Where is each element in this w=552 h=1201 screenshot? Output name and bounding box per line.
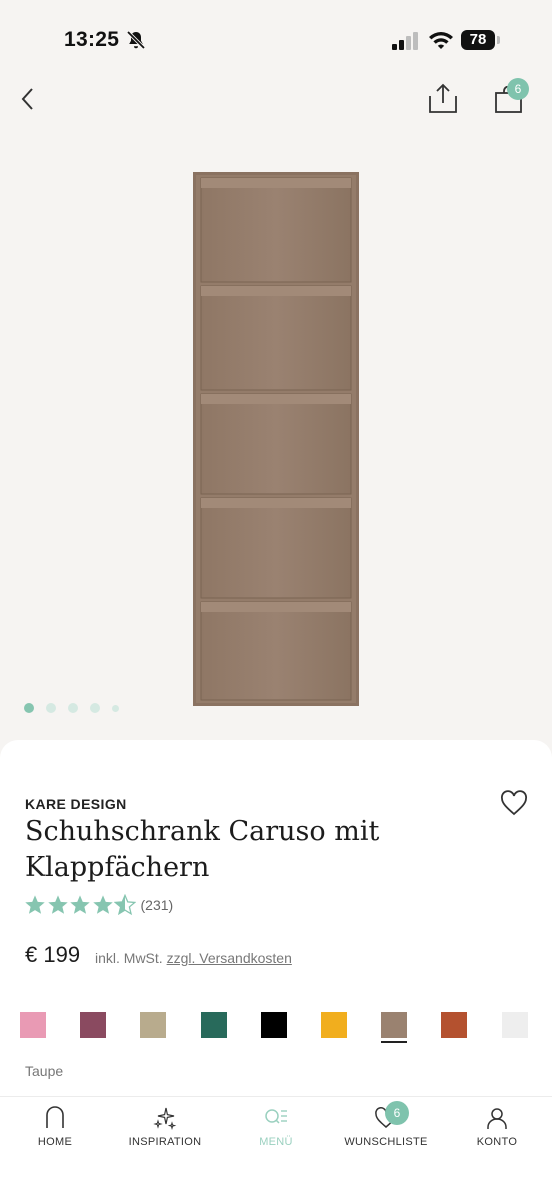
- color-swatch[interactable]: [321, 1012, 347, 1038]
- status-bar: 13:25 78: [0, 0, 552, 80]
- carousel-dot[interactable]: [68, 703, 78, 713]
- user-icon: [487, 1108, 507, 1129]
- battery-tip: [497, 36, 500, 44]
- sparkle-icon: [153, 1107, 177, 1130]
- tab-home[interactable]: HOME: [0, 1106, 110, 1148]
- tab-label: MENÜ: [259, 1136, 293, 1148]
- color-swatch[interactable]: [201, 1012, 227, 1038]
- color-swatch[interactable]: [381, 1012, 407, 1038]
- color-swatch[interactable]: [20, 1012, 46, 1038]
- product-title: Schuhschrank Caruso mit Klappfächern: [25, 816, 380, 883]
- tab-label: HOME: [37, 1136, 73, 1148]
- wifi-icon: [429, 32, 453, 49]
- menu-search-icon: [265, 1109, 287, 1124]
- selected-swatch-underline: [381, 1041, 407, 1043]
- tax-note: inkl. MwSt. zzgl. Versandkosten: [95, 950, 292, 966]
- tab-label: INSPIRATION: [128, 1136, 202, 1148]
- color-swatch[interactable]: [140, 1012, 166, 1038]
- carousel-dot[interactable]: [46, 703, 56, 713]
- tab-inspiration[interactable]: INSPIRATION: [110, 1106, 220, 1148]
- price: € 199: [25, 942, 81, 967]
- status-time: 13:25: [64, 28, 120, 51]
- carousel-dot[interactable]: [90, 703, 100, 713]
- star-icon: [92, 895, 113, 914]
- color-swatch[interactable]: [441, 1012, 467, 1038]
- star-icon: [47, 895, 68, 914]
- home-icon: [46, 1106, 64, 1128]
- star-icon: [70, 895, 90, 914]
- wishlist-count-badge: 6: [385, 1101, 409, 1125]
- cart-count-badge: 6: [507, 78, 529, 100]
- tab-account[interactable]: KONTO: [442, 1106, 552, 1148]
- heart-icon[interactable]: [500, 790, 528, 816]
- tab-label: WUNSCHLISTE: [344, 1136, 428, 1148]
- color-swatch[interactable]: [502, 1012, 528, 1038]
- signal-icon: [392, 32, 418, 50]
- color-swatch[interactable]: [80, 1012, 106, 1038]
- shipping-costs-link[interactable]: zzgl. Versandkosten: [167, 950, 292, 966]
- rating-stars[interactable]: (231): [24, 893, 173, 917]
- battery-indicator: 78: [461, 30, 495, 50]
- brand-name[interactable]: KARE DESIGN: [25, 796, 127, 812]
- color-swatches: [20, 1012, 530, 1046]
- image-carousel-dots[interactable]: [24, 702, 119, 714]
- tab-label: KONTO: [476, 1136, 518, 1148]
- tax-label: inkl. MwSt.: [95, 950, 163, 966]
- tab-menu[interactable]: MENÜ: [221, 1106, 331, 1148]
- back-arrow-icon[interactable]: [16, 84, 40, 114]
- carousel-dot[interactable]: [24, 703, 34, 713]
- selected-color-name: Taupe: [25, 1063, 64, 1079]
- star-icon: [25, 895, 45, 914]
- review-count[interactable]: (231): [141, 897, 174, 913]
- carousel-dot[interactable]: [112, 704, 119, 712]
- bell-muted-icon: [126, 30, 146, 50]
- share-icon[interactable]: [428, 82, 458, 114]
- product-image[interactable]: [193, 172, 359, 706]
- half-star-icon: [114, 894, 136, 916]
- color-swatch[interactable]: [261, 1012, 287, 1038]
